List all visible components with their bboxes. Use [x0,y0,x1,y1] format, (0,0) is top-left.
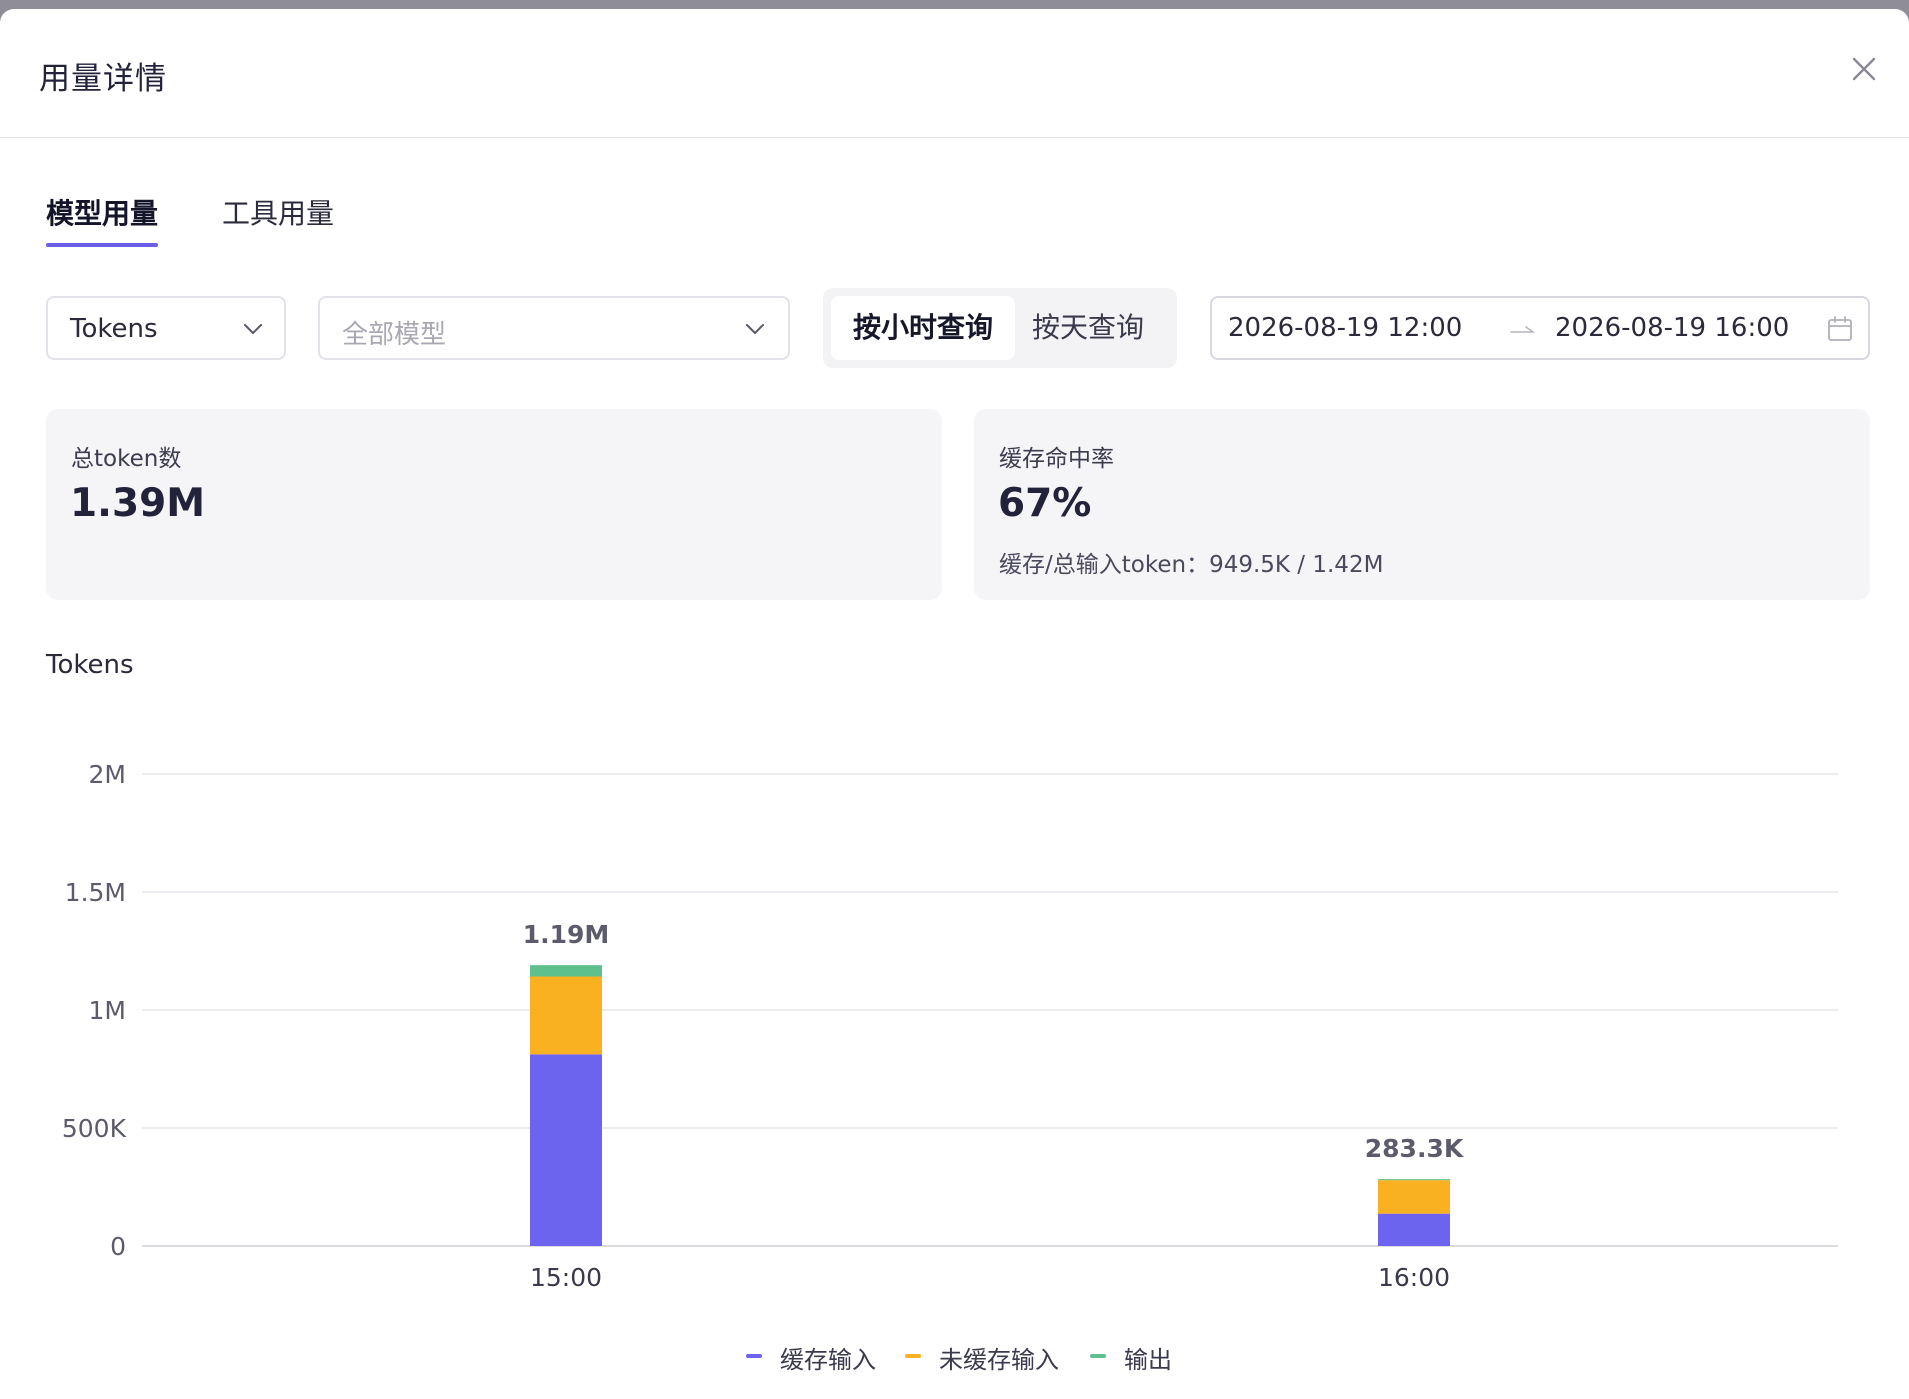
y-tick-label: 1.5M [65,878,126,907]
bar-segment [1378,1179,1450,1181]
date-range-picker[interactable]: 2026-08-19 12:00 2026-08-19 16:00 [1210,296,1870,360]
legend-label: 缓存输入 [780,1346,876,1374]
y-tick-label: 1M [89,996,126,1025]
total-tokens-card: 总token数 1.39M [46,409,942,600]
daily-query-button[interactable]: 按天查询 [1003,296,1173,360]
model-select[interactable]: 全部模型 [318,296,790,360]
model-select-placeholder: 全部模型 [342,320,447,350]
bar-total-label: 1.19M [523,920,610,949]
tokens-stacked-bar-chart: 0 500K 1M 1.5M 2M 1.19M 15:00 283.3K 16:00 [62,760,1838,1292]
bar-segment [530,976,602,1055]
legend-swatch [1090,1354,1106,1358]
y-tick-label: 500K [62,1114,127,1143]
legend-swatch [746,1354,762,1358]
hourly-query-button[interactable]: 按小时查询 [831,296,1015,360]
chevron-down-icon [244,324,262,334]
x-tick-label: 15:00 [530,1263,602,1292]
granularity-toggle: 按小时查询 按天查询 [823,288,1177,368]
cache-hit-rate-value: 67% [998,481,1092,526]
modal-header: 用量详情 [0,9,1909,138]
total-tokens-label: 总token数 [71,446,182,472]
date-start-input[interactable]: 2026-08-19 12:00 [1228,313,1462,343]
active-tab-indicator [46,243,158,247]
metric-select-value: Tokens [70,314,158,344]
legend-swatch [905,1354,921,1358]
legend-label: 输出 [1124,1346,1172,1374]
bar-segment [1378,1213,1450,1246]
tab-model-usage[interactable]: 模型用量 [46,192,158,232]
cache-hit-rate-label: 缓存命中率 [999,446,1114,472]
chevron-down-icon [746,324,764,334]
x-tick-label: 16:00 [1378,1263,1450,1292]
total-tokens-value: 1.39M [70,481,206,526]
cache-hit-rate-card: 缓存命中率 67% 缓存/总输入token：949.5K / 1.42M [974,409,1870,600]
bar-segment [530,965,602,977]
bar-segment [530,1054,602,1246]
cache-hit-rate-detail: 缓存/总输入token：949.5K / 1.42M [999,552,1384,578]
bar-total-label: 283.3K [1365,1134,1465,1163]
y-tick-label: 2M [89,760,126,789]
close-icon [1852,57,1876,81]
chart-legend: 缓存输入 未缓存输入 输出 [0,1340,1909,1374]
chart-ylabel: Tokens [46,650,134,680]
date-end-input[interactable]: 2026-08-19 16:00 [1555,313,1789,343]
y-tick-label: 0 [110,1232,126,1261]
calendar-icon[interactable] [1827,315,1853,343]
arrow-right-icon [1510,326,1535,333]
modal-title: 用量详情 [39,61,167,97]
close-button[interactable] [1846,51,1882,87]
metric-select[interactable]: Tokens [46,296,286,360]
tab-tool-usage[interactable]: 工具用量 [222,192,334,232]
legend-label: 未缓存输入 [939,1346,1059,1374]
bar-segment [1378,1180,1450,1214]
usage-detail-modal: 用量详情 模型用量 工具用量 Tokens 全部模型 按小时查询 按天查询 20… [0,9,1909,1399]
